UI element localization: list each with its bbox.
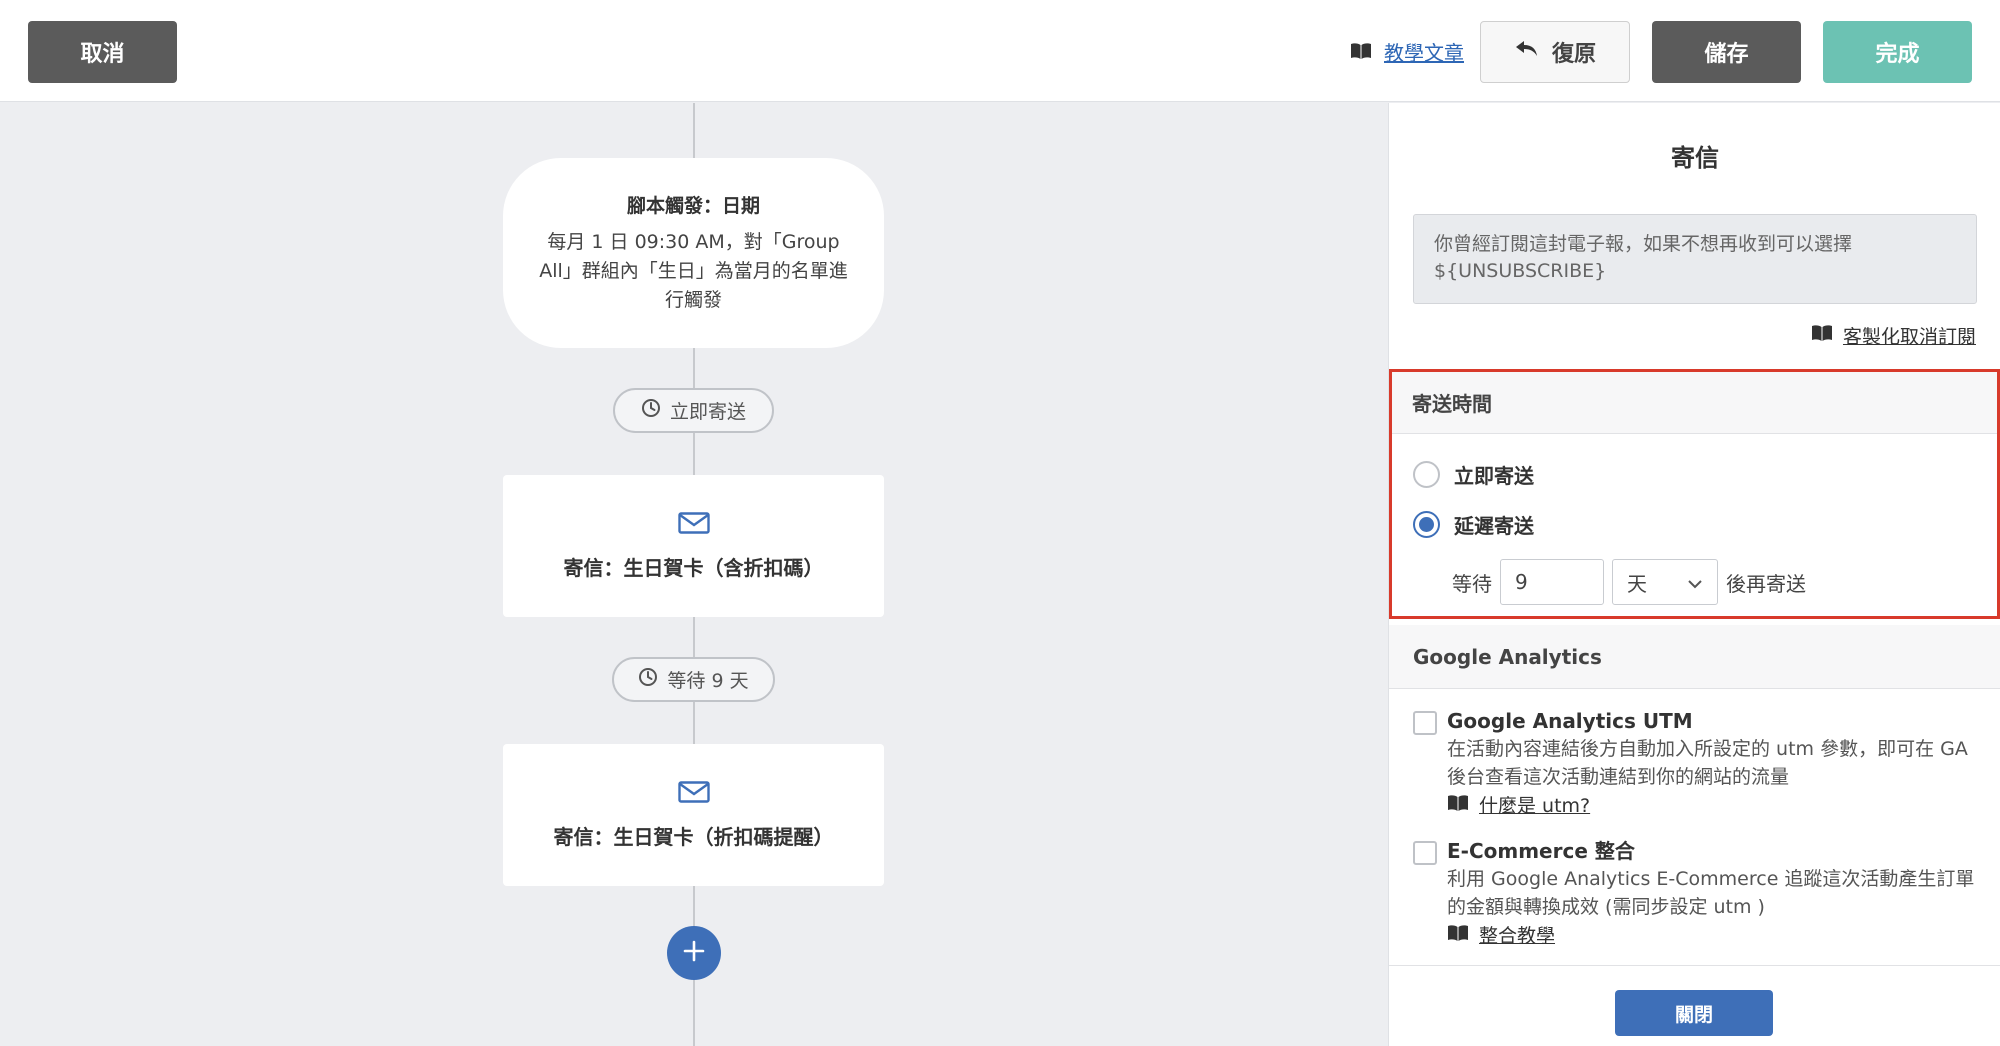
delay-step-immediate[interactable]: 立即寄送 xyxy=(613,388,774,433)
radio-send-immediately[interactable]: 立即寄送 xyxy=(1413,460,1534,489)
wait-unit-select[interactable]: 天 xyxy=(1612,559,1718,605)
wait-label: 等待 xyxy=(1452,571,1492,596)
clock-icon xyxy=(641,398,661,423)
send-time-header: 寄送時間 xyxy=(1392,372,1997,434)
ga-option-description: 在活動內容連結後方自動加入所設定的 utm 參數，即可在 GA 後台查看這次活動… xyxy=(1447,738,1968,788)
email-step-label: 寄信：生日賀卡（折扣碼提醒） xyxy=(553,824,834,849)
restore-button[interactable]: 復原 xyxy=(1480,21,1630,83)
custom-unsubscribe-label: 客製化取消訂閱 xyxy=(1842,326,1976,348)
delay-step-label: 立即寄送 xyxy=(669,401,746,423)
trigger-node[interactable]: 腳本觸發：日期 每月 1 日 09:30 AM，對「Group All」群組內「… xyxy=(503,158,884,348)
tutorial-link-label: 教學文章 xyxy=(1384,40,1464,65)
delay-settings-row: 等待 天 後再寄送 xyxy=(1452,559,1806,605)
chevron-down-icon xyxy=(1687,570,1703,594)
flow-canvas: 腳本觸發：日期 每月 1 日 09:30 AM，對「Group All」群組內「… xyxy=(0,103,1387,1046)
radio-send-delayed[interactable]: 延遲寄送 xyxy=(1413,510,1534,539)
envelope-icon xyxy=(677,511,710,538)
book-icon xyxy=(1811,324,1833,347)
ga-ecommerce-option: E-Commerce 整合 利用 Google Analytics E-Comm… xyxy=(1413,837,1983,950)
panel-title: 寄信 xyxy=(1671,144,1719,172)
top-toolbar: 取消 教學文章 復原 儲存 完成 xyxy=(0,0,2000,102)
add-step-button[interactable] xyxy=(667,926,721,980)
radio-label: 延遲寄送 xyxy=(1454,514,1534,538)
send-time-section: 寄送時間 立即寄送 延遲寄送 等待 天 後再寄送 xyxy=(1389,369,2000,619)
what-is-utm-link[interactable]: 什麼是 utm? xyxy=(1447,792,1983,820)
ga-option-description: 利用 Google Analytics E-Commerce 追蹤這次活動產生訂… xyxy=(1447,868,1975,918)
restore-label: 復原 xyxy=(1551,42,1596,67)
ga-ecommerce-checkbox[interactable] xyxy=(1413,841,1437,865)
done-button[interactable]: 完成 xyxy=(1823,21,1972,83)
delay-step-label: 等待 9 天 xyxy=(667,670,749,692)
email-step-label: 寄信：生日賀卡（含折扣碼） xyxy=(563,555,824,580)
plus-icon xyxy=(683,940,705,966)
ga-option-title: E-Commerce 整合 xyxy=(1447,839,1635,863)
book-icon xyxy=(1447,922,1469,950)
radio-button[interactable] xyxy=(1413,461,1440,488)
trigger-description: 每月 1 日 09:30 AM，對「Group All」群組內「生日」為當月的名… xyxy=(539,231,848,311)
email-settings-panel: 寄信 你曾經訂閱這封電子報，如果不想再收到可以選擇 ${UNSUBSCRIBE}… xyxy=(1388,103,2000,1046)
radio-label: 立即寄送 xyxy=(1454,464,1534,488)
undo-icon xyxy=(1514,39,1540,65)
ga-link-label: 什麼是 utm? xyxy=(1479,795,1591,817)
ga-link-label: 整合教學 xyxy=(1479,925,1556,947)
ga-utm-checkbox[interactable] xyxy=(1413,711,1437,735)
tutorial-link[interactable]: 教學文章 xyxy=(1350,36,1464,66)
after-label: 後再寄送 xyxy=(1726,571,1806,596)
save-button[interactable]: 儲存 xyxy=(1652,21,1801,83)
book-icon xyxy=(1447,792,1469,820)
panel-footer: 關閉 xyxy=(1389,965,2000,1046)
wait-amount-input[interactable] xyxy=(1500,559,1604,605)
email-step-node[interactable]: 寄信：生日賀卡（折扣碼提醒） xyxy=(503,744,884,886)
close-button[interactable]: 關閉 xyxy=(1615,990,1773,1036)
clock-icon xyxy=(638,667,658,692)
integration-tutorial-link[interactable]: 整合教學 xyxy=(1447,922,1983,950)
trigger-title: 腳本觸發：日期 xyxy=(626,195,760,217)
envelope-icon xyxy=(677,780,710,807)
ga-option-title: Google Analytics UTM xyxy=(1447,709,1693,733)
radio-selected-dot xyxy=(1419,517,1434,532)
custom-unsubscribe-link[interactable]: 客製化取消訂閱 xyxy=(1811,322,1976,349)
radio-button[interactable] xyxy=(1413,511,1440,538)
delay-step-wait[interactable]: 等待 9 天 xyxy=(612,657,775,702)
unsubscribe-text-box: 你曾經訂閱這封電子報，如果不想再收到可以選擇 ${UNSUBSCRIBE} xyxy=(1413,214,1977,304)
ga-utm-option: Google Analytics UTM 在活動內容連結後方自動加入所設定的 u… xyxy=(1413,707,1983,820)
cancel-button[interactable]: 取消 xyxy=(28,21,177,83)
email-step-node[interactable]: 寄信：生日賀卡（含折扣碼） xyxy=(503,475,884,617)
book-icon xyxy=(1350,42,1372,60)
wait-unit-value: 天 xyxy=(1627,571,1647,596)
google-analytics-header: Google Analytics xyxy=(1389,625,2000,689)
